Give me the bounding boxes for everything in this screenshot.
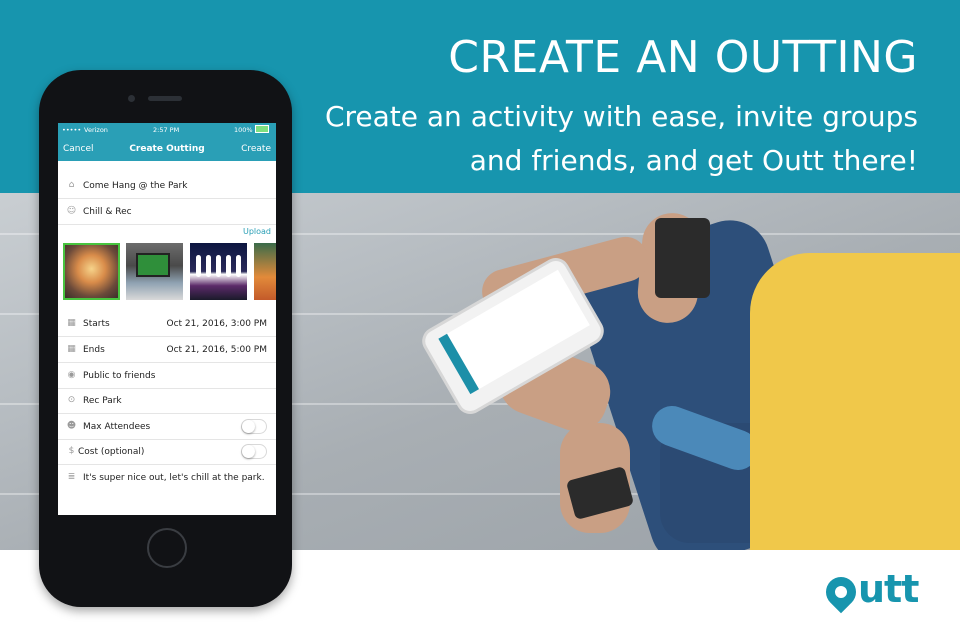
category-field[interactable]: ☺ Chill & Rec: [58, 199, 276, 225]
carrier-label: Verizon: [84, 126, 108, 134]
category-value: Chill & Rec: [83, 207, 132, 217]
cost-row: $ Cost (optional): [58, 439, 276, 465]
ends-row[interactable]: ▦ Ends Oct 21, 2016, 5:00 PM: [58, 337, 276, 363]
subheadline: Create an activity with ease, invite gro…: [324, 100, 918, 177]
location-row[interactable]: ⊙ Rec Park: [58, 388, 276, 414]
visibility-row[interactable]: ◉ Public to friends: [58, 363, 276, 389]
description-field[interactable]: ≣ It's super nice out, let's chill at th…: [58, 465, 276, 490]
visibility-value: Public to friends: [83, 371, 156, 381]
status-bar: ••••• Verizon 2:57 PM 100%: [58, 123, 276, 137]
shirt-shape: [750, 253, 960, 550]
create-button[interactable]: Create: [241, 144, 271, 154]
calendar-icon: ▦: [67, 344, 76, 354]
battery-icon: [255, 125, 269, 133]
speaker-grille: [148, 96, 182, 101]
starts-value: Oct 21, 2016, 3:00 PM: [166, 319, 268, 329]
eye-icon: ◉: [67, 370, 76, 380]
location-pin-icon: ⊙: [67, 395, 76, 405]
ends-label: Ends: [83, 345, 105, 355]
note-icon: ≣: [67, 472, 76, 482]
dollar-icon: $: [68, 446, 75, 456]
upload-button[interactable]: Upload: [243, 227, 271, 236]
cost-toggle[interactable]: [241, 444, 267, 459]
starts-label: Starts: [83, 319, 110, 329]
watch-shape: [655, 218, 710, 298]
photo-thumb-bowling[interactable]: [190, 243, 247, 300]
tag-icon: ⌂: [68, 180, 75, 190]
photo-thumb-partial[interactable]: [254, 243, 276, 300]
signal-icon: •••••: [62, 126, 82, 134]
max-attendees-toggle[interactable]: [241, 419, 267, 434]
photo-thumb-tv[interactable]: [126, 243, 183, 300]
headline: CREATE AN OUTTING: [448, 32, 918, 83]
outting-name: Come Hang @ the Park: [83, 181, 188, 191]
status-time: 2:57 PM: [153, 126, 180, 134]
home-button: [147, 528, 187, 568]
location-value: Rec Park: [83, 396, 122, 406]
name-field[interactable]: ⌂ Come Hang @ the Park: [58, 173, 276, 199]
logo-text: utt: [858, 567, 919, 611]
max-attendees-row: ☻ Max Attendees: [58, 414, 276, 440]
location-pin-icon: [819, 570, 863, 614]
description-value: It's super nice out, let's chill at the …: [83, 473, 265, 483]
app-screen: ••••• Verizon 2:57 PM 100% Cancel Create…: [58, 123, 276, 515]
max-attendees-label: Max Attendees: [83, 422, 151, 432]
calendar-icon: ▦: [67, 318, 76, 328]
photo-thumb-park[interactable]: [63, 243, 120, 300]
starts-row[interactable]: ▦ Starts Oct 21, 2016, 3:00 PM: [58, 311, 276, 337]
battery-percent: 100%: [234, 126, 253, 134]
ends-value: Oct 21, 2016, 5:00 PM: [166, 345, 268, 355]
front-camera-icon: [128, 95, 135, 102]
people-icon: ☻: [66, 421, 77, 431]
nav-bar: Cancel Create Outting Create: [58, 137, 276, 161]
cost-label: Cost (optional): [78, 447, 145, 457]
smiley-icon: ☺: [66, 206, 77, 216]
